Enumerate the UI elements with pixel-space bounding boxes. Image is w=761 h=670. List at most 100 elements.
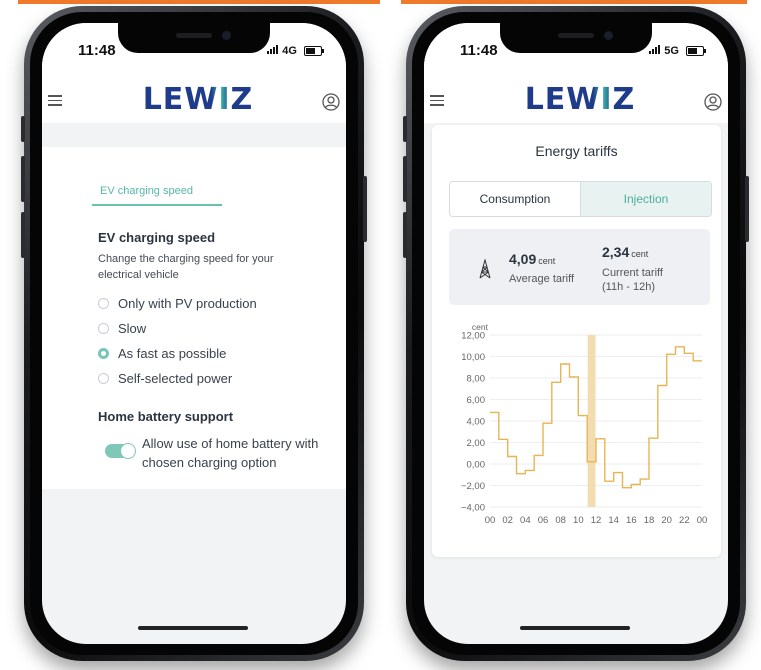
side-button: [403, 116, 407, 142]
side-button: [363, 176, 367, 242]
y-tick-label: 10,00: [461, 352, 485, 363]
data-point: [493, 411, 496, 414]
signal-indicator: 4G: [267, 45, 324, 57]
x-tick-label: 10: [573, 515, 584, 526]
data-point: [546, 422, 549, 424]
radio-button[interactable]: [98, 372, 109, 384]
section-title-ev-charging: EV charging speed: [98, 230, 216, 245]
x-tick-label: 00: [485, 515, 496, 526]
signal-indicator: 5G: [649, 45, 706, 57]
radio-option-slow[interactable]: Slow: [98, 318, 146, 338]
average-tariff-label: Average tariff: [509, 273, 575, 285]
current-label-line1: Current tariff: [602, 267, 663, 279]
radio-option-fast[interactable]: As fast as possible: [98, 343, 226, 363]
average-tariff-value: 4,09 cent: [509, 251, 555, 267]
logo-text: LEWIZ: [143, 82, 254, 115]
home-indicator[interactable]: [520, 626, 630, 630]
pylon-icon: [479, 259, 491, 279]
signal-bars-icon: [649, 45, 661, 57]
tariff-summary: 4,09 cent Average tariff 2,34 cent Current…: [449, 229, 710, 305]
data-point: [608, 480, 611, 482]
x-tick-label: 16: [626, 515, 637, 526]
y-tick-label: −4,00: [461, 503, 485, 514]
current-unit: cent: [631, 249, 649, 259]
screen-right: 11:48 5G LEWIZ Energy tariffs Consumptio…: [424, 23, 728, 644]
home-battery-toggle[interactable]: [105, 443, 136, 459]
average-unit: cent: [538, 256, 556, 266]
lewiz-logo: LEWIZ: [525, 82, 636, 115]
x-tick-label: 20: [661, 515, 672, 526]
side-button: [403, 156, 407, 202]
phone-right: 11:48 5G LEWIZ Energy tariffs Consumptio…: [403, 6, 749, 661]
side-button: [21, 156, 25, 202]
x-tick-label: 04: [520, 515, 531, 526]
radio-label: Only with PV production: [118, 295, 257, 311]
current-value: 2,34: [602, 244, 630, 260]
notch: [500, 23, 652, 53]
radio-option-pv[interactable]: Only with PV production: [98, 293, 257, 313]
tab-consumption[interactable]: Consumption: [450, 182, 580, 216]
home-indicator[interactable]: [138, 626, 248, 630]
app-bar: LEWIZ: [424, 67, 728, 123]
tab-injection[interactable]: Injection: [580, 182, 711, 216]
y-tick-label: 0,00: [467, 460, 486, 471]
logo-text: LEWIZ: [525, 82, 636, 115]
x-tick-label: 18: [644, 515, 655, 526]
phone-left: 11:48 4G LEWIZ EV charging speed EV char…: [21, 6, 367, 661]
accent-bar-left: [18, 0, 380, 4]
x-tick-label: 22: [679, 515, 690, 526]
tab-ev-charging-speed[interactable]: EV charging speed: [92, 185, 230, 197]
data-point: [529, 469, 531, 472]
menu-icon[interactable]: [430, 95, 444, 109]
energy-tariffs-card: Energy tariffs Consumption Injection 4,0…: [432, 125, 721, 557]
network-type: 4G: [282, 45, 297, 57]
charging-settings-panel: EV charging speed EV charging speed Chan…: [42, 147, 346, 489]
data-point: [555, 381, 558, 384]
tariff-series-line: [490, 346, 702, 489]
tab-underline: [92, 204, 222, 206]
battery-icon: [304, 46, 324, 57]
x-tick-label: 08: [555, 515, 566, 526]
network-type: 5G: [664, 45, 679, 57]
radio-button-selected[interactable]: [98, 347, 109, 359]
radio-option-self-selected[interactable]: Self-selected power: [98, 368, 232, 388]
y-tick-label: 4,00: [467, 417, 486, 428]
data-point: [696, 360, 699, 362]
data-point: [652, 437, 655, 439]
current-tariff-label: Current tariff (11h - 12h): [602, 266, 682, 294]
current-label-line2: (11h - 12h): [602, 281, 655, 293]
data-point: [643, 478, 646, 480]
user-account-icon[interactable]: [704, 93, 722, 111]
data-point: [599, 438, 602, 440]
data-point: [511, 455, 513, 458]
menu-icon[interactable]: [48, 95, 62, 109]
radio-button[interactable]: [98, 322, 109, 334]
tariff-chart: cent12,0010,008,006,004,002,000,00−2,00−…: [461, 322, 707, 526]
x-tick-label: 14: [608, 515, 619, 526]
data-point: [537, 454, 540, 457]
y-tick-label: 2,00: [467, 438, 486, 449]
data-point: [520, 472, 522, 475]
x-tick-label: 06: [538, 515, 549, 526]
accent-bar-right: [401, 0, 747, 4]
data-point: [564, 363, 566, 365]
data-point: [679, 346, 681, 348]
x-tick-label: 12: [591, 515, 602, 526]
data-point: [626, 486, 628, 489]
radio-button[interactable]: [98, 297, 109, 309]
y-tick-label: −2,00: [461, 481, 485, 492]
toggle-label: Allow use of home battery with chosen ch…: [142, 436, 319, 470]
data-point: [590, 461, 593, 463]
toggle-knob: [120, 443, 136, 459]
data-point: [635, 483, 637, 486]
current-hour-highlight: [587, 335, 596, 507]
tariff-tab-switch: Consumption Injection: [449, 181, 712, 217]
section-description: Change the charging speed for your elect…: [98, 253, 274, 281]
data-point: [582, 414, 584, 417]
status-time: 11:48: [78, 42, 116, 59]
average-value: 4,09: [509, 251, 537, 267]
app-bar: LEWIZ: [42, 67, 346, 123]
status-time: 11:48: [460, 42, 498, 59]
data-point: [670, 353, 672, 356]
user-account-icon[interactable]: [322, 93, 340, 111]
